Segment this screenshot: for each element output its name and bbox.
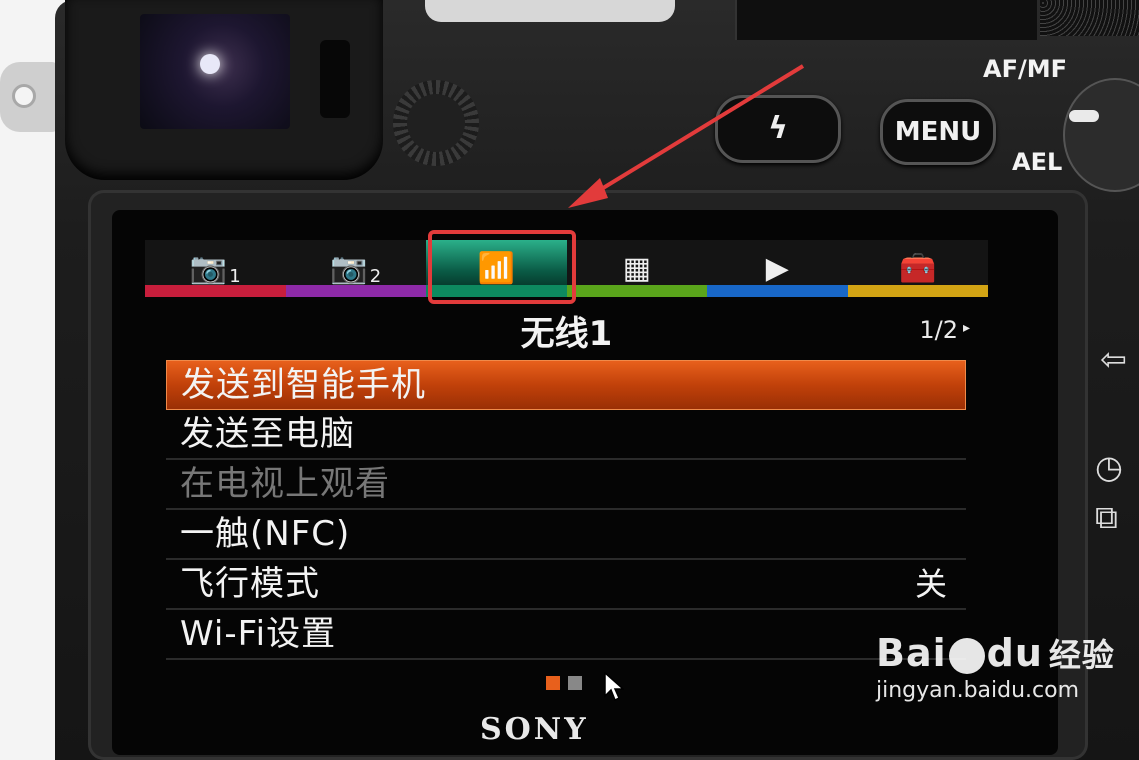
menu-button[interactable]: MENU <box>880 99 996 165</box>
tab-camera-1[interactable]: 📷 1 <box>145 240 286 297</box>
tab-color-stripe <box>145 285 286 297</box>
menu-header: 无线1 1/2 ▸ <box>145 302 988 356</box>
tab-toolbox[interactable]: 🧰 <box>847 240 988 297</box>
top-plate <box>735 0 1037 40</box>
hot-shoe <box>425 0 675 22</box>
menu-item[interactable]: Wi-Fi设置 <box>166 610 966 660</box>
strap-lug <box>0 62 58 132</box>
af-mf-label: AF/MF <box>983 55 1068 83</box>
menu-item[interactable]: 一触(NFC) <box>166 510 966 560</box>
menu-item[interactable]: 飞行模式 关 <box>166 560 966 610</box>
menu-item-label: 发送至电脑 <box>180 414 355 454</box>
menu-item-label: 在电视上观看 <box>180 464 390 504</box>
flash-button[interactable]: ϟ <box>715 95 841 163</box>
drive-mode-icon: ⧉ <box>1095 498 1118 536</box>
tab-highlight-frame <box>428 230 576 304</box>
toolbox-icon: 🧰 <box>899 251 937 286</box>
menu-item-label: 发送到智能手机 <box>181 365 426 405</box>
menu-item-label: 飞行模式 <box>180 564 320 604</box>
tab-color-stripe <box>566 285 707 297</box>
flash-icon: ϟ <box>768 111 788 146</box>
menu-list: 发送到智能手机 发送至电脑在电视上观看 一触(NFC) 飞行模式 关 Wi-Fi设置 <box>166 360 966 660</box>
eye-sensor <box>320 40 350 118</box>
camera-icon: 📷 <box>330 251 368 286</box>
tab-color-stripe <box>285 285 426 297</box>
viewfinder <box>65 0 383 180</box>
tab-number: 2 <box>369 266 382 287</box>
diopter-dial[interactable] <box>393 80 479 166</box>
page-dot <box>568 676 582 690</box>
tab-grid[interactable]: ▦ <box>566 240 707 297</box>
tab-color-stripe <box>707 285 848 297</box>
menu-item[interactable]: 发送至电脑 <box>166 410 966 460</box>
next-page-arrow-icon[interactable]: ▸ <box>963 320 970 336</box>
brand-logo: SONY <box>480 712 589 747</box>
baidu-url: jingyan.baidu.com <box>876 678 1080 703</box>
page-dot-active <box>546 676 560 690</box>
page-indicator: 1/2 <box>919 316 958 344</box>
transfer-icon: ⇦ <box>1100 340 1127 378</box>
menu-item[interactable]: 发送到智能手机 <box>166 360 966 410</box>
menu-item-label: Wi-Fi设置 <box>180 614 337 654</box>
baidu-watermark: Bai du 经验 jingyan.baidu.com <box>876 630 1115 703</box>
ael-label: AEL <box>1012 148 1063 176</box>
tab-color-stripe <box>847 285 988 297</box>
baidu-logo: Bai du 经验 <box>876 631 1115 675</box>
speaker-grille <box>1040 0 1139 36</box>
tab-playback[interactable]: ▶ <box>707 240 848 297</box>
paw-icon <box>948 637 985 674</box>
mouse-cursor-icon <box>604 672 624 702</box>
menu-item-value: 关 <box>914 565 948 603</box>
viewfinder-glass <box>140 14 290 129</box>
menu-item-label: 一触(NFC) <box>180 514 351 554</box>
tab-camera-2[interactable]: 📷 2 <box>285 240 426 297</box>
camera-icon: 📷 <box>189 251 228 286</box>
page-dots <box>546 676 582 690</box>
self-timer-icon: ◷ <box>1095 448 1123 486</box>
tab-number: 1 <box>229 266 241 287</box>
menu-item: 在电视上观看 <box>166 460 966 510</box>
playback-icon: ▶ <box>765 251 789 286</box>
menu-title: 无线1 <box>520 314 613 354</box>
grid-icon: ▦ <box>622 251 651 286</box>
